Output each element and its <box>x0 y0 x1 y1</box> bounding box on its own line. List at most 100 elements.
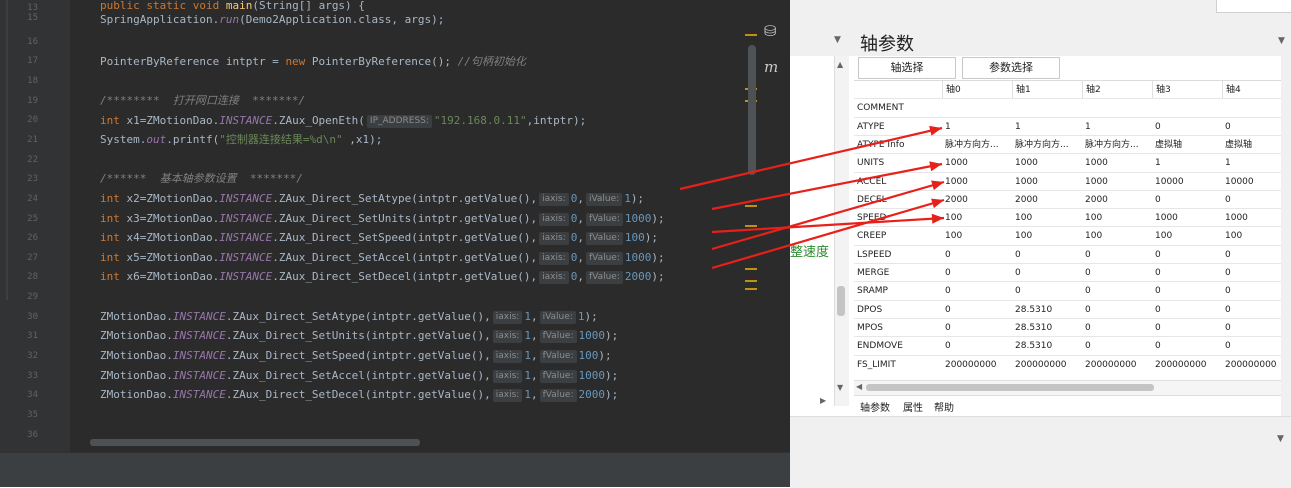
table-cell[interactable]: 0 <box>942 301 1011 319</box>
table-cell[interactable]: 1000 <box>1152 209 1221 227</box>
tab-properties[interactable]: 属性 <box>903 399 923 414</box>
table-cell[interactable]: 1000 <box>1012 154 1081 172</box>
code-line[interactable]: int x2=ZMotionDao.INSTANCE.ZAux_Direct_S… <box>100 189 644 209</box>
table-cell[interactable] <box>1152 99 1221 117</box>
table-cell[interactable]: 0 <box>1082 301 1151 319</box>
expand-arrow-icon[interactable]: ▶ <box>820 396 826 405</box>
table-cell[interactable]: 0 <box>942 264 1011 282</box>
table-cell[interactable]: 0 <box>1082 282 1151 300</box>
table-cell[interactable]: 0 <box>1222 118 1291 136</box>
table-cell[interactable]: 0 <box>942 246 1011 264</box>
table-cell[interactable]: 0 <box>1152 264 1221 282</box>
table-cell[interactable]: 0 <box>1082 337 1151 355</box>
table-cell[interactable]: 0 <box>1082 319 1151 337</box>
table-cell[interactable]: 100 <box>1012 209 1081 227</box>
column-header[interactable]: 轴0 <box>942 81 1012 99</box>
table-cell[interactable]: 0 <box>1152 246 1221 264</box>
column-header[interactable]: 轴2 <box>1082 81 1152 99</box>
scroll-left-icon[interactable]: ◀ <box>856 382 862 391</box>
code-line[interactable]: /****** 基本轴参数设置 *******/ <box>100 169 303 189</box>
table-cell[interactable]: 100 <box>1082 209 1151 227</box>
table-cell[interactable]: 1000 <box>1012 173 1081 191</box>
scroll-thumb[interactable] <box>866 384 1154 391</box>
table-cell[interactable]: 0 <box>1222 264 1291 282</box>
scroll-down-icon[interactable]: ▼ <box>837 383 843 392</box>
tree-vertical-scrollbar[interactable]: ▲ ▼ <box>834 56 849 406</box>
grid-horizontal-scrollbar[interactable]: ◀ <box>854 380 1281 395</box>
column-header[interactable]: 轴1 <box>1012 81 1082 99</box>
table-cell[interactable]: 200000000 <box>1152 356 1221 374</box>
table-cell[interactable]: 2000 <box>942 191 1011 209</box>
tab-axis-params[interactable]: 轴参数 <box>860 399 890 414</box>
table-cell[interactable]: 200000000 <box>1012 356 1081 374</box>
collapse-triangle-icon[interactable]: ▼ <box>834 35 841 45</box>
table-cell[interactable]: 0 <box>1012 246 1081 264</box>
table-cell[interactable]: 1000 <box>1082 154 1151 172</box>
code-line[interactable]: /******** 打开网口连接 *******/ <box>100 91 305 111</box>
table-cell[interactable]: 脉冲方向方... <box>1012 136 1081 154</box>
table-cell[interactable] <box>1222 99 1291 117</box>
table-cell[interactable]: 2000 <box>1082 191 1151 209</box>
table-cell[interactable]: 200000000 <box>1222 356 1291 374</box>
dropdown-triangle-icon[interactable]: ▼ <box>1277 434 1284 444</box>
maven-icon[interactable]: m <box>764 58 778 76</box>
table-cell[interactable]: 0 <box>1012 282 1081 300</box>
code-line[interactable]: System.out.printf("控制器连接结果=%d\n" ,x1); <box>100 130 382 150</box>
table-cell[interactable]: 28.5310 <box>1012 319 1081 337</box>
table-cell[interactable]: 28.5310 <box>1012 301 1081 319</box>
axis-select-button[interactable]: 轴选择 <box>858 57 956 79</box>
table-cell[interactable]: 0 <box>1152 319 1221 337</box>
code-area[interactable]: public static void main(String[] args) {… <box>70 0 744 452</box>
panel-menu-icon[interactable]: ▼ <box>1278 36 1285 46</box>
tab-help[interactable]: 帮助 <box>934 399 954 414</box>
table-cell[interactable]: 虚拟轴 <box>1152 136 1221 154</box>
table-cell[interactable]: 0 <box>942 319 1011 337</box>
code-line[interactable]: int x1=ZMotionDao.INSTANCE.ZAux_OpenEth(… <box>100 111 586 131</box>
table-cell[interactable]: 2000 <box>1012 191 1081 209</box>
table-cell[interactable]: 0 <box>1222 191 1291 209</box>
table-cell[interactable]: 0 <box>1152 118 1221 136</box>
table-cell[interactable]: 28.5310 <box>1012 337 1081 355</box>
table-cell[interactable]: 100 <box>1222 227 1291 245</box>
column-header[interactable]: 轴4 <box>1222 81 1291 99</box>
table-cell[interactable]: 1000 <box>1082 173 1151 191</box>
table-cell[interactable]: 0 <box>1222 319 1291 337</box>
column-header[interactable]: 轴3 <box>1152 81 1222 99</box>
code-line[interactable]: int x6=ZMotionDao.INSTANCE.ZAux_Direct_S… <box>100 267 665 287</box>
param-select-button[interactable]: 参数选择 <box>962 57 1060 79</box>
table-cell[interactable]: 脉冲方向方... <box>1082 136 1151 154</box>
code-editor[interactable]: 13 15 16 17 18 19 20 21 22 23 24 25 26 27 28 29 30 31 32 33… <box>0 0 790 487</box>
table-cell[interactable]: 10000 <box>1152 173 1221 191</box>
table-cell[interactable]: 0 <box>1152 301 1221 319</box>
table-cell[interactable]: 0 <box>1222 337 1291 355</box>
code-line[interactable]: ZMotionDao.INSTANCE.ZAux_Direct_SetAccel… <box>100 366 618 386</box>
database-icon[interactable]: ⛁ <box>764 22 777 40</box>
table-cell[interactable]: 0 <box>1222 282 1291 300</box>
editor-horizontal-scrollbar[interactable] <box>90 439 420 446</box>
table-cell[interactable]: 0 <box>1152 337 1221 355</box>
editor-vertical-scrollbar[interactable] <box>748 45 756 175</box>
table-cell[interactable]: 1 <box>1152 154 1221 172</box>
code-line[interactable]: ZMotionDao.INSTANCE.ZAux_Direct_SetUnits… <box>100 326 618 346</box>
code-line[interactable]: int x4=ZMotionDao.INSTANCE.ZAux_Direct_S… <box>100 228 658 248</box>
table-cell[interactable] <box>942 99 1011 117</box>
table-cell[interactable]: 100 <box>1012 227 1081 245</box>
tree-item-text[interactable]: 整速度 <box>790 241 829 260</box>
table-cell[interactable]: 1000 <box>942 154 1011 172</box>
table-cell[interactable]: 脉冲方向方... <box>942 136 1011 154</box>
table-cell[interactable]: 0 <box>942 337 1011 355</box>
table-cell[interactable] <box>1012 99 1081 117</box>
code-line[interactable]: PointerByReference intptr = new PointerB… <box>100 52 526 72</box>
table-cell[interactable]: 0 <box>1222 301 1291 319</box>
table-cell[interactable]: 1000 <box>942 173 1011 191</box>
code-line[interactable]: ZMotionDao.INSTANCE.ZAux_Direct_SetAtype… <box>100 307 598 327</box>
table-cell[interactable]: 100 <box>942 227 1011 245</box>
table-cell[interactable]: 1000 <box>1222 209 1291 227</box>
table-cell[interactable]: 1 <box>942 118 1011 136</box>
code-line[interactable]: ZMotionDao.INSTANCE.ZAux_Direct_SetDecel… <box>100 385 618 405</box>
table-cell[interactable]: 1 <box>1222 154 1291 172</box>
code-line[interactable]: ZMotionDao.INSTANCE.ZAux_Direct_SetSpeed… <box>100 346 612 366</box>
table-cell[interactable]: 0 <box>1082 264 1151 282</box>
code-line[interactable]: SpringApplication.run(Demo2Application.c… <box>100 10 444 30</box>
table-cell[interactable]: 1 <box>1012 118 1081 136</box>
